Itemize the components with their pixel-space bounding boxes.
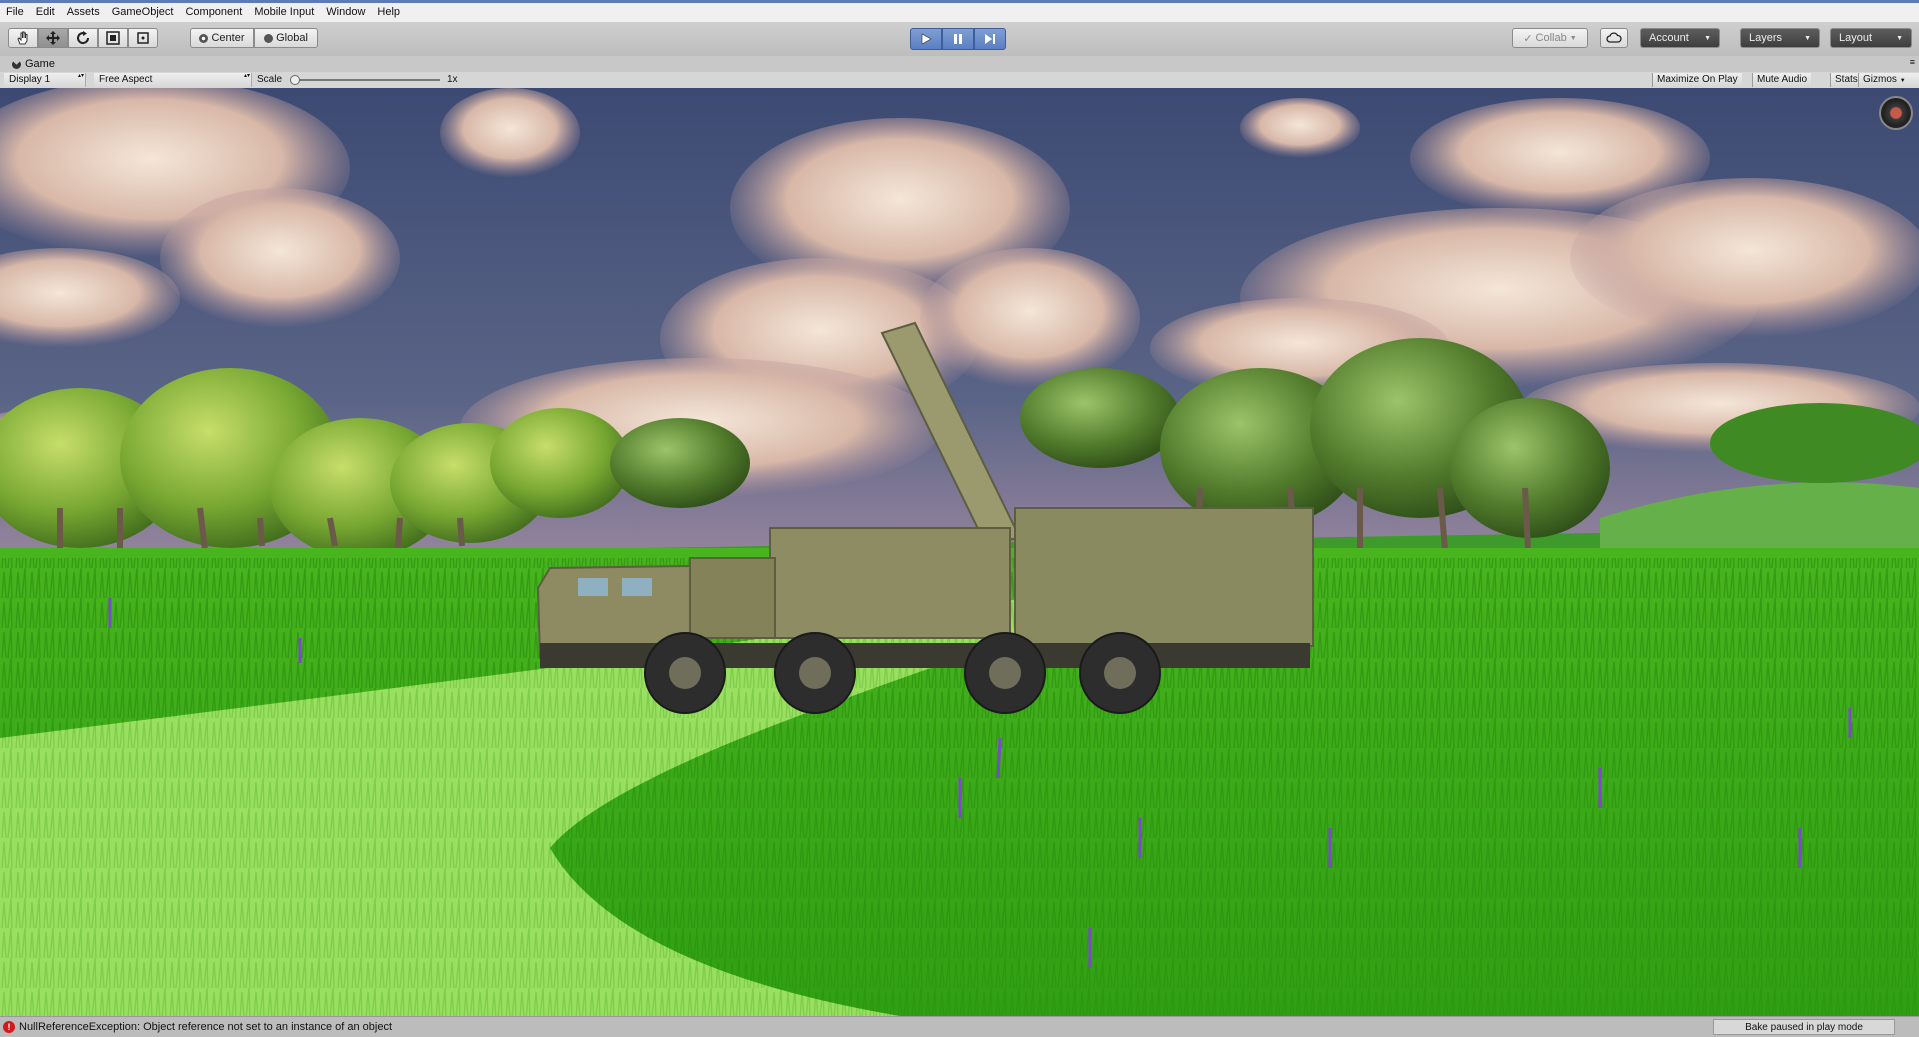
rect-tool-icon	[137, 32, 149, 44]
cloud-button[interactable]	[1600, 28, 1628, 48]
display-dropdown[interactable]: Display 1	[4, 73, 86, 87]
gizmos-label: Gizmos	[1863, 74, 1897, 85]
layout-label: Layout	[1839, 32, 1873, 44]
check-icon: ✓	[1523, 32, 1533, 45]
play-icon	[921, 33, 932, 45]
console-error-message[interactable]: NullReferenceException: Object reference…	[19, 1021, 392, 1033]
error-icon: !	[3, 1021, 15, 1033]
menu-file[interactable]: File	[0, 3, 30, 22]
tab-game[interactable]: Game	[4, 56, 63, 72]
menu-gameobject[interactable]: GameObject	[106, 3, 180, 22]
hand-tool-icon	[17, 31, 28, 45]
chevron-down-icon: ▼	[1899, 78, 1906, 84]
pivot-center-button[interactable]: Center	[190, 28, 254, 48]
move-tool-icon	[46, 31, 60, 45]
collab-label: Collab	[1535, 32, 1567, 44]
rotate-tool-button[interactable]	[68, 28, 98, 48]
panel-menu-icon[interactable]: ≡	[1910, 57, 1915, 67]
rotate-tool-icon	[77, 31, 90, 45]
pause-icon	[954, 34, 962, 44]
chevron-down-icon: ▼	[1569, 34, 1577, 42]
space-label: Global	[276, 32, 308, 44]
play-button[interactable]	[910, 28, 942, 50]
hand-tool-button[interactable]	[8, 28, 38, 48]
step-button[interactable]	[974, 28, 1006, 50]
playback-controls	[910, 28, 1006, 50]
record-button[interactable]	[1879, 96, 1913, 130]
maximize-on-play-toggle[interactable]: Maximize On Play	[1652, 73, 1742, 87]
step-icon	[985, 34, 995, 44]
mute-audio-toggle[interactable]: Mute Audio	[1752, 73, 1812, 87]
pacman-icon	[12, 59, 21, 69]
menu-help[interactable]: Help	[371, 3, 406, 22]
gizmos-dropdown[interactable]: Gizmos ▼	[1858, 73, 1919, 87]
menu-bar: File Edit Assets GameObject Component Mo…	[0, 0, 1919, 22]
game-scene	[0, 88, 1919, 1016]
game-options-bar: Display 1 Free Aspect Scale 1x Maximize …	[0, 72, 1919, 89]
tab-game-label: Game	[25, 58, 55, 70]
scale-tool-icon	[106, 31, 120, 45]
account-label: Account	[1649, 32, 1689, 44]
aspect-dropdown[interactable]: Free Aspect	[94, 73, 252, 87]
window-tab-row: Game ≡	[0, 56, 1919, 73]
scale-value: 1x	[447, 74, 458, 85]
rect-tool-button[interactable]	[128, 28, 158, 48]
chevron-down-icon: ▼	[1896, 34, 1903, 42]
menu-component[interactable]: Component	[179, 3, 248, 22]
globe-icon	[264, 33, 274, 43]
menu-edit[interactable]: Edit	[30, 3, 61, 22]
cloud-icon	[1606, 32, 1622, 43]
menu-window[interactable]: Window	[320, 3, 371, 22]
pivot-icon	[199, 33, 209, 43]
layout-dropdown[interactable]: Layout ▼	[1830, 28, 1912, 48]
pivot-label: Center	[211, 32, 245, 44]
status-bar[interactable]: ! NullReferenceException: Object referen…	[0, 1016, 1919, 1037]
account-dropdown[interactable]: Account ▼	[1640, 28, 1720, 48]
main-toolbar: Center Global ✓ Collab ▼ Account ▼ Layer…	[0, 22, 1919, 57]
scale-tool-button[interactable]	[98, 28, 128, 48]
menu-mobile-input[interactable]: Mobile Input	[248, 3, 320, 22]
layers-label: Layers	[1749, 32, 1783, 44]
menu-assets[interactable]: Assets	[61, 3, 106, 22]
scale-label: Scale	[257, 74, 283, 85]
chevron-down-icon: ▼	[1804, 34, 1811, 42]
scale-slider-thumb[interactable]	[290, 75, 300, 85]
space-global-button[interactable]: Global	[254, 28, 318, 48]
layers-dropdown[interactable]: Layers ▼	[1740, 28, 1820, 48]
move-tool-button[interactable]	[38, 28, 68, 48]
scale-slider[interactable]	[290, 75, 440, 85]
bake-status: Bake paused in play mode	[1713, 1019, 1895, 1035]
chevron-down-icon: ▼	[1704, 34, 1711, 42]
pause-button[interactable]	[942, 28, 974, 50]
game-view[interactable]	[0, 88, 1919, 1016]
collab-dropdown[interactable]: ✓ Collab ▼	[1512, 28, 1588, 48]
